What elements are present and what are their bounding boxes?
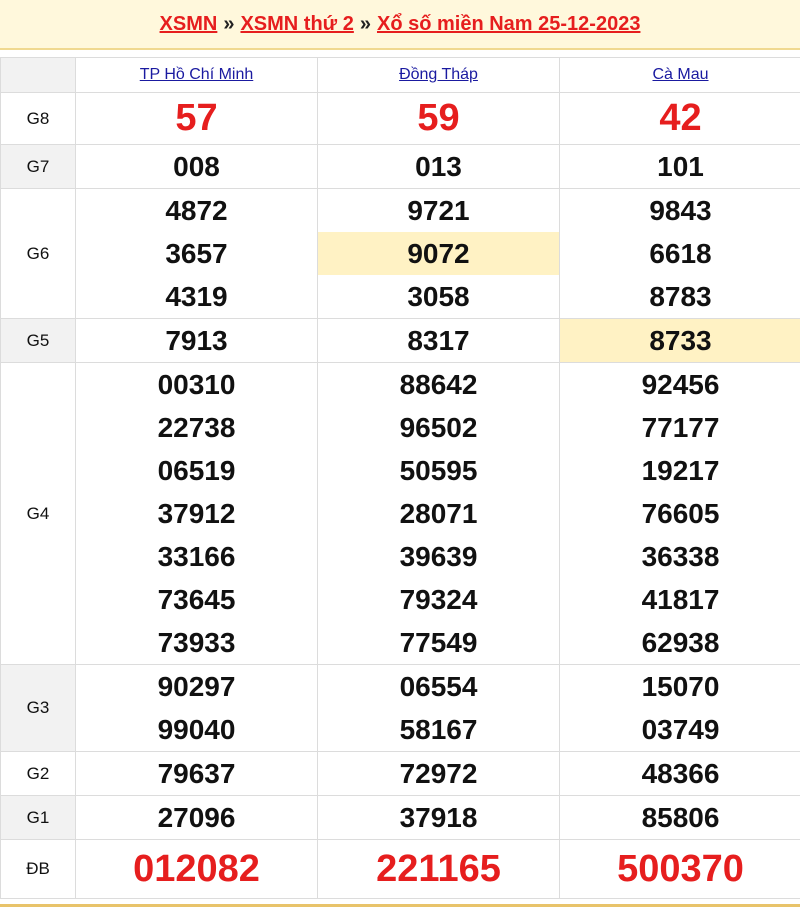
prize-row-special: ĐB 012082 221165 500370 bbox=[0, 839, 800, 899]
special-prize-number: 221165 bbox=[376, 847, 501, 890]
prize-number: 50595 bbox=[399, 455, 478, 486]
prize-number: 99040 bbox=[157, 714, 236, 745]
province-header: Cà Mau bbox=[559, 57, 800, 93]
prize-number: 3657 bbox=[165, 238, 228, 269]
prize-number: 9721 bbox=[407, 195, 470, 226]
prize-number: 19217 bbox=[641, 455, 720, 486]
prize-number: 59 bbox=[417, 97, 460, 139]
prize-number: 33166 bbox=[157, 541, 236, 572]
prize-number: 6618 bbox=[649, 238, 712, 269]
prize-label: ĐB bbox=[0, 839, 76, 899]
lottery-results-page: XSMN » XSMN thứ 2 » Xổ số miền Nam 25-12… bbox=[0, 0, 800, 907]
prize-number: 76605 bbox=[641, 498, 720, 529]
breadcrumb-xsmn-link[interactable]: XSMN bbox=[160, 13, 218, 36]
special-prize-number: 500370 bbox=[617, 847, 744, 890]
prize-row-g6: G6 4872 3657 4319 9721 9072 3058 9843 66… bbox=[0, 188, 800, 319]
breadcrumb-xsmn-monday-link[interactable]: XSMN thứ 2 bbox=[240, 13, 353, 36]
prize-number: 72972 bbox=[399, 758, 478, 789]
prize-label: G6 bbox=[0, 188, 76, 319]
prize-number: 88642 bbox=[399, 369, 478, 400]
prize-number: 36338 bbox=[641, 541, 720, 572]
prize-number: 06519 bbox=[157, 455, 236, 486]
prize-label: G1 bbox=[0, 795, 76, 840]
province-link-ca-mau[interactable]: Cà Mau bbox=[652, 66, 708, 83]
breadcrumb-separator: » bbox=[359, 12, 371, 35]
prize-row-g8: G8 57 59 42 bbox=[0, 92, 800, 145]
breadcrumb-date-link[interactable]: Xổ số miền Nam 25-12-2023 bbox=[377, 13, 640, 36]
prize-number: 79324 bbox=[399, 584, 478, 615]
prize-number: 4319 bbox=[165, 281, 228, 312]
prize-number: 39639 bbox=[399, 541, 478, 572]
prize-label: G4 bbox=[0, 362, 76, 665]
province-link-hcm[interactable]: TP Hồ Chí Minh bbox=[140, 66, 254, 83]
prize-number: 3058 bbox=[407, 281, 470, 312]
prize-number: 77177 bbox=[641, 412, 720, 443]
prize-row-g1: G1 27096 37918 85806 bbox=[0, 795, 800, 840]
prize-number: 00310 bbox=[157, 369, 236, 400]
prize-number: 8317 bbox=[407, 325, 470, 356]
prize-label: G3 bbox=[0, 664, 76, 752]
special-prize-number: 012082 bbox=[133, 847, 260, 890]
prize-number: 9843 bbox=[649, 195, 712, 226]
prize-number: 57 bbox=[175, 97, 218, 139]
prize-label: G8 bbox=[0, 92, 76, 145]
prize-row-g2: G2 79637 72972 48366 bbox=[0, 751, 800, 796]
breadcrumb: XSMN » XSMN thứ 2 » Xổ số miền Nam 25-12… bbox=[0, 0, 800, 50]
prize-row-g4: G4 00310 22738 06519 37912 33166 73645 7… bbox=[0, 362, 800, 665]
prize-number: 92456 bbox=[641, 369, 720, 400]
prize-label: G7 bbox=[0, 144, 76, 189]
prize-number: 48366 bbox=[641, 758, 720, 789]
province-header: Đồng Tháp bbox=[317, 57, 560, 93]
province-header-row: TP Hồ Chí Minh Đồng Tháp Cà Mau bbox=[0, 57, 800, 93]
prize-number: 96502 bbox=[399, 412, 478, 443]
prize-number: 013 bbox=[415, 151, 462, 182]
prize-number: 73645 bbox=[157, 584, 236, 615]
prize-number: 28071 bbox=[399, 498, 478, 529]
province-header: TP Hồ Chí Minh bbox=[75, 57, 318, 93]
prize-number: 37918 bbox=[399, 802, 478, 833]
breadcrumb-separator: » bbox=[223, 12, 235, 35]
prize-number: 37912 bbox=[157, 498, 236, 529]
prize-number: 27096 bbox=[157, 802, 236, 833]
prize-number: 90297 bbox=[157, 671, 236, 702]
prize-number: 03749 bbox=[641, 714, 720, 745]
prize-number: 101 bbox=[657, 151, 704, 182]
prize-number: 42 bbox=[659, 97, 702, 139]
prize-number: 62938 bbox=[641, 627, 720, 658]
prize-number: 73933 bbox=[157, 627, 236, 658]
corner-cell bbox=[0, 57, 76, 93]
prize-number-highlighted: 9072 bbox=[318, 232, 559, 275]
prize-number: 41817 bbox=[641, 584, 720, 615]
prize-row-g7: G7 008 013 101 bbox=[0, 144, 800, 189]
prize-number: 8783 bbox=[649, 281, 712, 312]
prize-number: 22738 bbox=[157, 412, 236, 443]
prize-row-g5: G5 7913 8317 8733 bbox=[0, 318, 800, 363]
prize-label: G5 bbox=[0, 318, 76, 363]
prize-number: 06554 bbox=[399, 671, 478, 702]
results-table: TP Hồ Chí Minh Đồng Tháp Cà Mau G8 57 59… bbox=[0, 57, 800, 899]
prize-label: G2 bbox=[0, 751, 76, 796]
prize-number: 79637 bbox=[157, 758, 236, 789]
prize-number-highlighted: 8733 bbox=[560, 319, 800, 362]
prize-number: 15070 bbox=[641, 671, 720, 702]
prize-number: 4872 bbox=[165, 195, 228, 226]
province-link-dong-thap[interactable]: Đồng Tháp bbox=[399, 66, 478, 83]
prize-number: 58167 bbox=[399, 714, 478, 745]
prize-number: 77549 bbox=[399, 627, 478, 658]
prize-row-g3: G3 90297 99040 06554 58167 15070 03749 bbox=[0, 664, 800, 752]
prize-number: 7913 bbox=[165, 325, 228, 356]
prize-number: 85806 bbox=[641, 802, 720, 833]
prize-number: 008 bbox=[173, 151, 220, 182]
